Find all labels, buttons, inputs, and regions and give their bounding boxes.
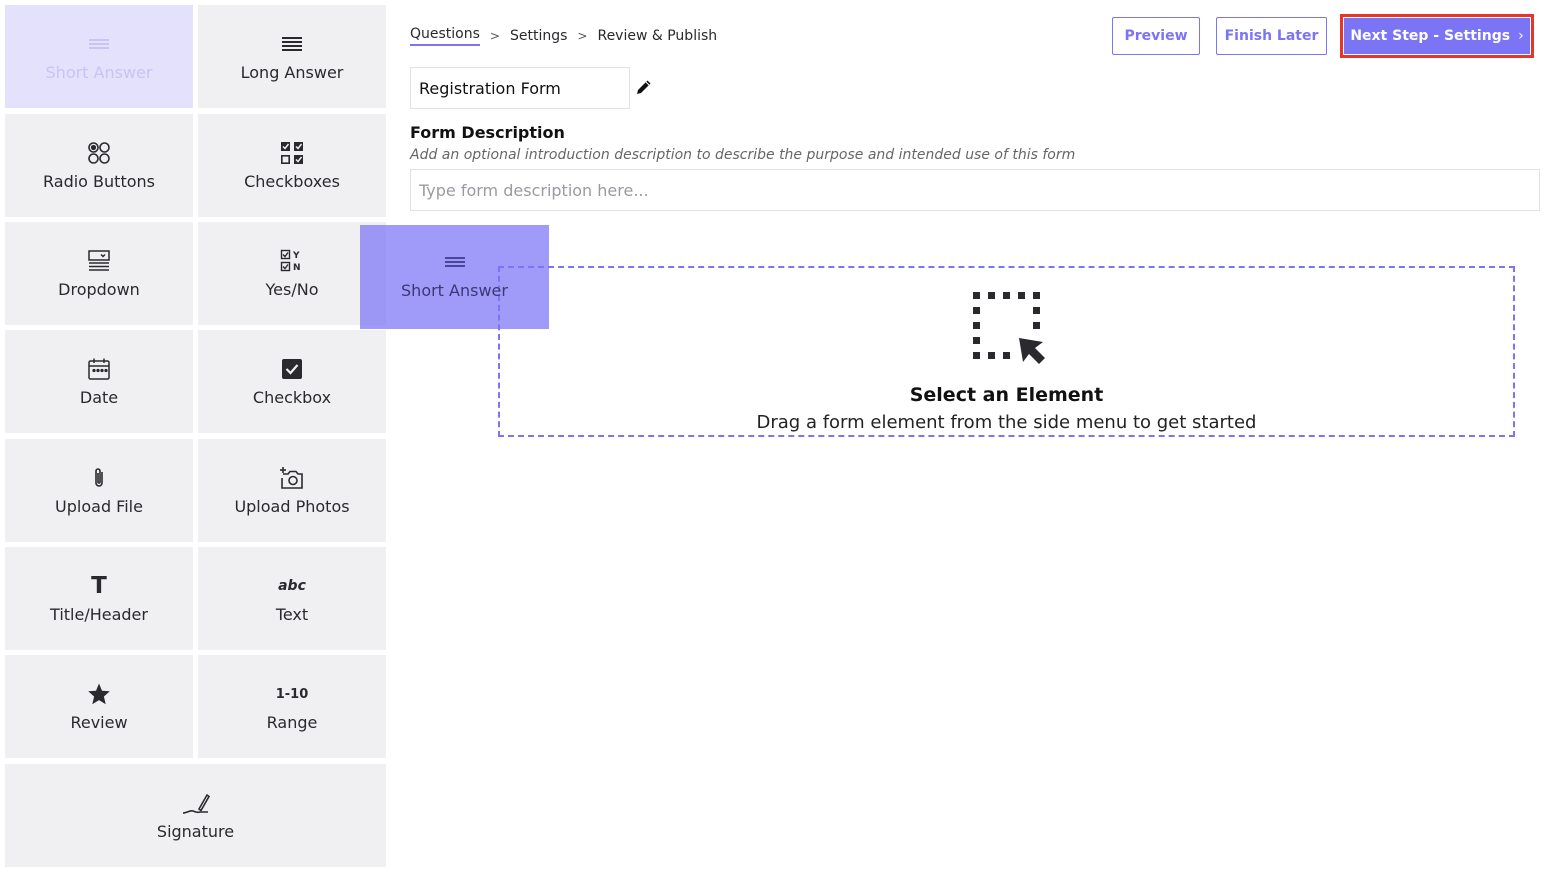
element-dropdown[interactable]: Dropdown	[5, 222, 193, 325]
drop-zone-subtitle: Drag a form element from the side menu t…	[756, 412, 1257, 433]
element-short-answer[interactable]: Short Answer	[5, 5, 193, 108]
breadcrumb: Questions > Settings > Review & Publish	[410, 26, 717, 46]
breadcrumb-separator: >	[577, 29, 588, 43]
drag-ghost-label: Short Answer	[401, 281, 508, 300]
element-signature[interactable]: Signature	[5, 764, 386, 867]
long-answer-icon	[281, 31, 303, 57]
finish-later-button[interactable]: Finish Later	[1216, 17, 1327, 55]
star-icon	[87, 681, 111, 707]
breadcrumb-questions[interactable]: Questions	[410, 26, 480, 46]
range-icon: 1-10	[275, 686, 309, 702]
drop-zone[interactable]: Select an Element Drag a form element fr…	[498, 266, 1515, 437]
element-upload-photos[interactable]: Upload Photos	[198, 439, 386, 542]
next-step-label: Next Step - Settings	[1350, 28, 1511, 44]
short-answer-icon	[88, 31, 110, 57]
element-title-header[interactable]: T Title/Header	[5, 547, 193, 650]
element-checkbox[interactable]: Checkbox	[198, 330, 386, 433]
element-text[interactable]: abc Text	[198, 547, 386, 650]
element-long-answer[interactable]: Long Answer	[198, 5, 386, 108]
element-checkboxes[interactable]: Checkboxes	[198, 114, 386, 217]
chevron-right-icon: ›	[1518, 28, 1524, 44]
svg-text:Y: Y	[292, 251, 300, 261]
breadcrumb-review-publish[interactable]: Review & Publish	[597, 28, 717, 44]
dropdown-icon	[87, 248, 111, 274]
title-t-icon: T	[91, 573, 107, 599]
text-abc-icon: abc	[278, 578, 306, 594]
form-description-hint: Add an optional introduction description…	[410, 147, 1076, 163]
element-label: Short Answer	[45, 63, 153, 82]
short-answer-icon	[444, 254, 466, 273]
element-label: Checkboxes	[244, 172, 340, 191]
element-label: Date	[79, 388, 119, 407]
radio-buttons-icon	[87, 140, 111, 166]
pencil-edit-icon[interactable]	[635, 78, 653, 96]
drag-ghost-short-answer[interactable]: Short Answer	[360, 225, 549, 329]
element-label: Range	[266, 713, 318, 732]
form-title-field[interactable]: Registration Form	[410, 67, 630, 109]
element-label: Checkbox	[252, 388, 332, 407]
element-label: Upload File	[55, 497, 143, 516]
element-label: Signature	[156, 822, 235, 841]
element-label: Dropdown	[58, 280, 140, 299]
form-description-input[interactable]	[410, 169, 1540, 211]
element-upload-file[interactable]: Upload File	[5, 439, 193, 542]
select-element-icon	[972, 292, 1045, 364]
element-label: Review	[70, 713, 128, 732]
breadcrumb-settings[interactable]: Settings	[510, 28, 567, 44]
element-label: Upload Photos	[234, 497, 350, 516]
element-label: Text	[275, 605, 309, 624]
element-review[interactable]: Review	[5, 655, 193, 758]
element-date[interactable]: Date	[5, 330, 193, 433]
element-radio-buttons[interactable]: Radio Buttons	[5, 114, 193, 217]
paperclip-icon	[91, 465, 107, 491]
yes-no-icon: YN	[280, 248, 304, 274]
element-yes-no[interactable]: YN Yes/No	[198, 222, 386, 325]
checkbox-icon	[281, 356, 303, 382]
element-label: Title/Header	[50, 605, 148, 624]
next-step-settings-button[interactable]: Next Step - Settings ›	[1344, 18, 1530, 54]
breadcrumb-separator: >	[489, 29, 500, 43]
svg-text:N: N	[293, 263, 301, 273]
element-label: Yes/No	[265, 280, 319, 299]
next-step-highlight: Next Step - Settings ›	[1340, 14, 1534, 58]
drop-zone-title: Select an Element	[909, 384, 1104, 406]
checkboxes-icon	[280, 140, 304, 166]
preview-button[interactable]: Preview	[1112, 17, 1200, 55]
calendar-icon	[87, 356, 111, 382]
camera-plus-icon	[279, 465, 305, 491]
element-label: Long Answer	[240, 63, 344, 82]
form-description-heading: Form Description	[410, 123, 565, 142]
element-range[interactable]: 1-10 Range	[198, 655, 386, 758]
signature-icon	[182, 790, 210, 816]
element-label: Radio Buttons	[43, 172, 155, 191]
